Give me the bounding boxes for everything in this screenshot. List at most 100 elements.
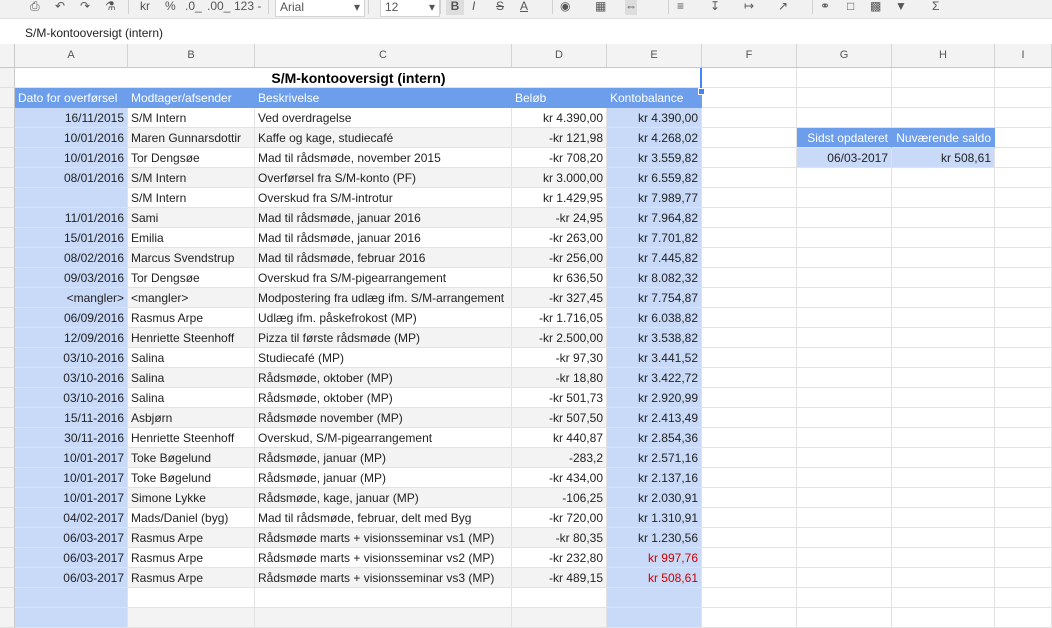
column-header-g[interactable]: G (797, 44, 892, 67)
cell[interactable] (797, 348, 892, 368)
date-cell[interactable] (15, 188, 128, 208)
cell[interactable] (892, 368, 995, 388)
cell[interactable] (797, 308, 892, 328)
cell[interactable] (702, 328, 797, 348)
date-cell[interactable]: 15/11-2016 (15, 408, 128, 428)
cell[interactable] (892, 468, 995, 488)
party-cell[interactable]: Salina (128, 368, 255, 388)
paint-format-icon[interactable]: ⚗ (105, 0, 116, 15)
row-header[interactable] (0, 568, 15, 588)
cell[interactable] (702, 488, 797, 508)
column-header-b[interactable]: B (128, 44, 255, 67)
column-header-d[interactable]: D (512, 44, 607, 67)
amount-cell[interactable]: -kr 1.716,05 (512, 308, 607, 328)
cell[interactable] (995, 388, 1052, 408)
balance-cell[interactable]: kr 3.559,82 (607, 148, 702, 168)
cell[interactable] (702, 508, 797, 528)
cell[interactable] (797, 548, 892, 568)
party-cell[interactable]: Salina (128, 388, 255, 408)
wrap-icon[interactable]: ↦ (744, 0, 754, 15)
cell[interactable] (797, 328, 892, 348)
cell[interactable] (797, 108, 892, 128)
cell[interactable] (995, 148, 1052, 168)
cell[interactable] (797, 408, 892, 428)
row-header[interactable] (0, 128, 15, 148)
cell[interactable] (702, 588, 797, 608)
cell[interactable] (995, 188, 1052, 208)
date-cell[interactable]: 06/03-2017 (15, 568, 128, 588)
balance-cell[interactable]: kr 3.538,82 (607, 328, 702, 348)
cell[interactable] (995, 428, 1052, 448)
row-header[interactable] (0, 588, 15, 608)
cell[interactable] (797, 268, 892, 288)
balance-cell[interactable]: kr 1.310,91 (607, 508, 702, 528)
cell[interactable] (995, 228, 1052, 248)
row-header[interactable] (0, 508, 15, 528)
cell[interactable] (995, 548, 1052, 568)
cell[interactable] (892, 408, 995, 428)
date-cell[interactable]: 10/01/2016 (15, 128, 128, 148)
amount-cell[interactable] (512, 588, 607, 608)
header-date[interactable]: Dato for overførsel (15, 88, 128, 108)
balance-cell[interactable]: kr 2.920,99 (607, 388, 702, 408)
date-cell[interactable]: 15/01/2016 (15, 228, 128, 248)
description-cell[interactable]: Mad til rådsmøde, januar 2016 (255, 208, 512, 228)
column-header-h[interactable]: H (892, 44, 995, 67)
amount-cell[interactable]: -kr 97,30 (512, 348, 607, 368)
party-cell[interactable]: Simone Lykke (128, 488, 255, 508)
borders-icon[interactable]: ▦ (595, 0, 606, 15)
increase-decimals-button[interactable]: .00_ (207, 0, 230, 15)
cell[interactable] (702, 108, 797, 128)
summary-balance-value[interactable]: kr 508,61 (892, 148, 995, 168)
cell[interactable] (797, 188, 892, 208)
strikethrough-button[interactable]: S (496, 0, 504, 15)
balance-cell[interactable]: kr 7.754,87 (607, 288, 702, 308)
date-cell[interactable]: 10/01-2017 (15, 448, 128, 468)
header-party[interactable]: Modtager/afsender (128, 88, 255, 108)
decrease-decimals-button[interactable]: .0_ (185, 0, 202, 15)
row-header[interactable] (0, 148, 15, 168)
cell[interactable] (702, 148, 797, 168)
balance-cell[interactable] (607, 608, 702, 628)
party-cell[interactable]: <mangler> (128, 288, 255, 308)
cell[interactable] (702, 68, 797, 88)
amount-cell[interactable]: kr 3.000,00 (512, 168, 607, 188)
date-cell[interactable]: 03/10-2016 (15, 388, 128, 408)
balance-cell[interactable]: kr 4.390,00 (607, 108, 702, 128)
formula-value[interactable]: S/M-kontooversigt (intern) (25, 26, 163, 40)
row-header[interactable] (0, 468, 15, 488)
cell[interactable] (995, 288, 1052, 308)
description-cell[interactable]: Rådsmøde, oktober (MP) (255, 368, 512, 388)
amount-cell[interactable]: -kr 501,73 (512, 388, 607, 408)
row-header[interactable] (0, 288, 15, 308)
party-cell[interactable] (128, 608, 255, 628)
cell[interactable] (702, 548, 797, 568)
description-cell[interactable]: Rådsmøde marts + visionsseminar vs2 (MP) (255, 548, 512, 568)
amount-cell[interactable]: -kr 327,45 (512, 288, 607, 308)
cell[interactable] (797, 68, 892, 88)
row-header[interactable] (0, 428, 15, 448)
balance-cell[interactable]: kr 7.701,82 (607, 228, 702, 248)
cell[interactable] (702, 528, 797, 548)
cell[interactable] (702, 128, 797, 148)
party-cell[interactable]: Henriette Steenhoff (128, 428, 255, 448)
amount-cell[interactable]: -kr 121,98 (512, 128, 607, 148)
cell[interactable] (892, 428, 995, 448)
party-cell[interactable]: Henriette Steenhoff (128, 328, 255, 348)
print-icon[interactable]: ⎙ (30, 0, 40, 15)
cell[interactable] (995, 368, 1052, 388)
cell[interactable] (797, 368, 892, 388)
row-header[interactable] (0, 228, 15, 248)
cell[interactable] (995, 448, 1052, 468)
cell[interactable] (995, 168, 1052, 188)
merge-cells-icon[interactable]: ⇔ (625, 0, 637, 15)
row-header[interactable] (0, 368, 15, 388)
date-cell[interactable]: 08/01/2016 (15, 168, 128, 188)
party-cell[interactable]: Marcus Svendstrup (128, 248, 255, 268)
party-cell[interactable]: Salina (128, 348, 255, 368)
party-cell[interactable]: Emilia (128, 228, 255, 248)
cell[interactable] (797, 388, 892, 408)
column-header-f[interactable]: F (702, 44, 797, 67)
balance-cell[interactable]: kr 2.137,16 (607, 468, 702, 488)
cell[interactable] (702, 88, 797, 108)
